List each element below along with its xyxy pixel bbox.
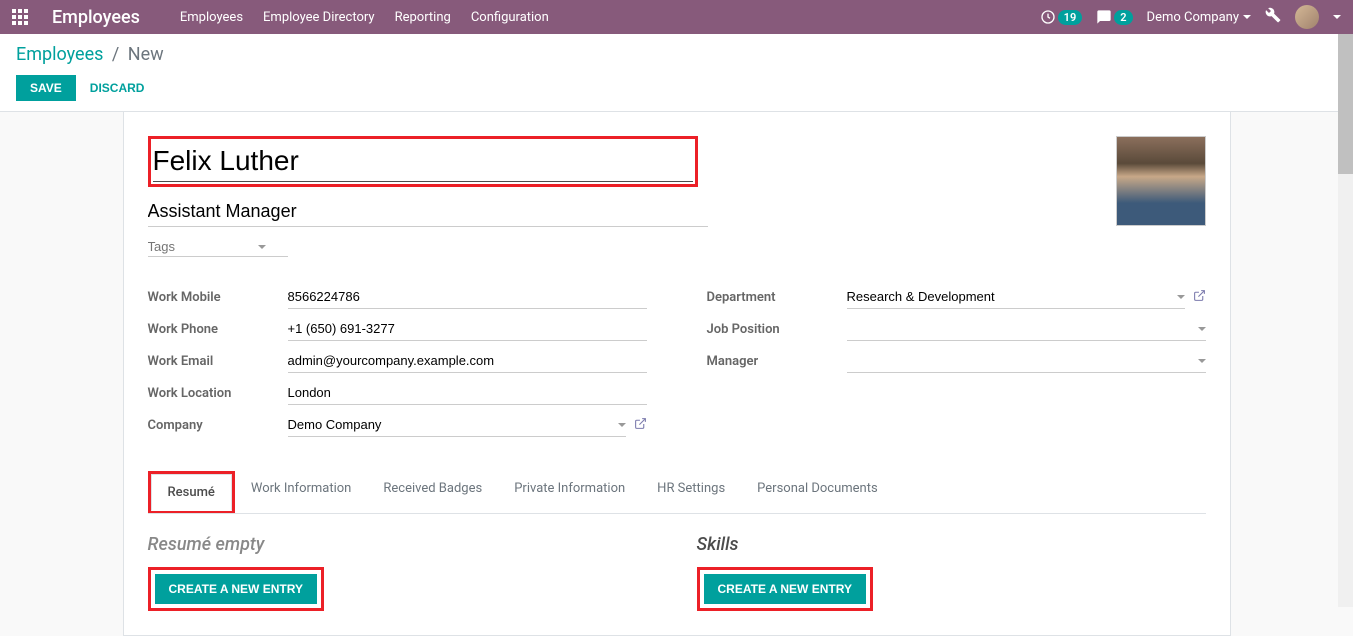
activity-icon[interactable]: 19 — [1040, 9, 1083, 25]
tab-resume[interactable]: Resumé — [151, 474, 232, 511]
company-select[interactable] — [288, 413, 626, 437]
save-button[interactable]: SAVE — [16, 75, 76, 101]
employee-photo[interactable] — [1116, 136, 1206, 226]
job-title-input[interactable] — [148, 197, 708, 227]
external-link-icon[interactable] — [634, 417, 647, 434]
job-position-select-input[interactable] — [847, 321, 1194, 336]
resume-section-title: Resumé empty — [148, 534, 657, 555]
top-navbar: Employees Employees Employee Directory R… — [0, 0, 1353, 34]
tab-received-badges[interactable]: Received Badges — [367, 471, 498, 513]
work-location-input[interactable] — [288, 381, 647, 405]
job-position-label: Job Position — [707, 322, 847, 337]
work-email-input[interactable] — [288, 349, 647, 373]
manager-label: Manager — [707, 354, 847, 369]
chevron-down-icon — [1177, 295, 1185, 299]
create-resume-entry-button[interactable]: CREATE A NEW ENTRY — [155, 574, 317, 604]
work-phone-input[interactable] — [288, 317, 647, 341]
company-switcher[interactable]: Demo Company — [1147, 10, 1251, 25]
breadcrumb: Employees / New — [16, 44, 1337, 65]
chevron-down-icon — [258, 245, 266, 249]
breadcrumb-separator: / — [112, 44, 119, 65]
work-mobile-label: Work Mobile — [148, 290, 288, 305]
company-label: Company — [148, 418, 288, 433]
breadcrumb-root[interactable]: Employees — [16, 44, 103, 65]
job-position-select[interactable] — [847, 317, 1206, 341]
nav-reporting[interactable]: Reporting — [395, 10, 451, 25]
nav-employees[interactable]: Employees — [180, 10, 243, 25]
nav-employee-directory[interactable]: Employee Directory — [263, 10, 375, 25]
user-menu-caret[interactable] — [1333, 15, 1341, 19]
create-skills-entry-button[interactable]: CREATE A NEW ENTRY — [704, 574, 866, 604]
department-select[interactable] — [847, 285, 1185, 309]
external-link-icon[interactable] — [1193, 289, 1206, 306]
apps-icon[interactable] — [12, 9, 28, 25]
tab-hr-settings[interactable]: HR Settings — [641, 471, 741, 513]
tab-personal-documents[interactable]: Personal Documents — [741, 471, 894, 513]
messages-icon[interactable]: 2 — [1096, 9, 1132, 25]
employee-name-input[interactable] — [153, 141, 693, 182]
scrollbar[interactable] — [1338, 34, 1353, 607]
chevron-down-icon — [1198, 359, 1206, 363]
control-panel: Employees / New SAVE DISCARD — [0, 34, 1353, 112]
brand-title[interactable]: Employees — [52, 7, 140, 28]
department-select-input[interactable] — [847, 289, 1173, 304]
company-label: Demo Company — [1147, 10, 1239, 25]
chevron-down-icon — [618, 423, 626, 427]
work-email-label: Work Email — [148, 354, 288, 369]
breadcrumb-current: New — [128, 44, 164, 65]
chevron-down-icon — [1243, 15, 1251, 19]
work-phone-label: Work Phone — [148, 322, 288, 337]
department-label: Department — [707, 290, 847, 305]
work-mobile-input[interactable] — [288, 285, 647, 309]
tags-input[interactable] — [148, 239, 258, 254]
company-select-input[interactable] — [288, 417, 614, 432]
nav-configuration[interactable]: Configuration — [471, 10, 549, 25]
manager-select-input[interactable] — [847, 353, 1194, 368]
chevron-down-icon — [1198, 327, 1206, 331]
activity-badge: 19 — [1058, 10, 1083, 25]
tags-field[interactable] — [148, 237, 288, 257]
manager-select[interactable] — [847, 349, 1206, 373]
work-location-label: Work Location — [148, 386, 288, 401]
skills-section-title: Skills — [697, 534, 1206, 555]
debug-icon[interactable] — [1265, 7, 1281, 27]
name-highlight — [148, 136, 698, 187]
tab-work-information[interactable]: Work Information — [235, 471, 368, 513]
tabs: Resumé Work Information Received Badges … — [148, 471, 1206, 514]
messages-badge: 2 — [1114, 10, 1132, 25]
user-avatar[interactable] — [1295, 5, 1319, 29]
discard-button[interactable]: DISCARD — [90, 81, 145, 95]
form-sheet: Work Mobile Work Phone Work Email Work L… — [123, 112, 1231, 636]
tab-private-information[interactable]: Private Information — [498, 471, 641, 513]
